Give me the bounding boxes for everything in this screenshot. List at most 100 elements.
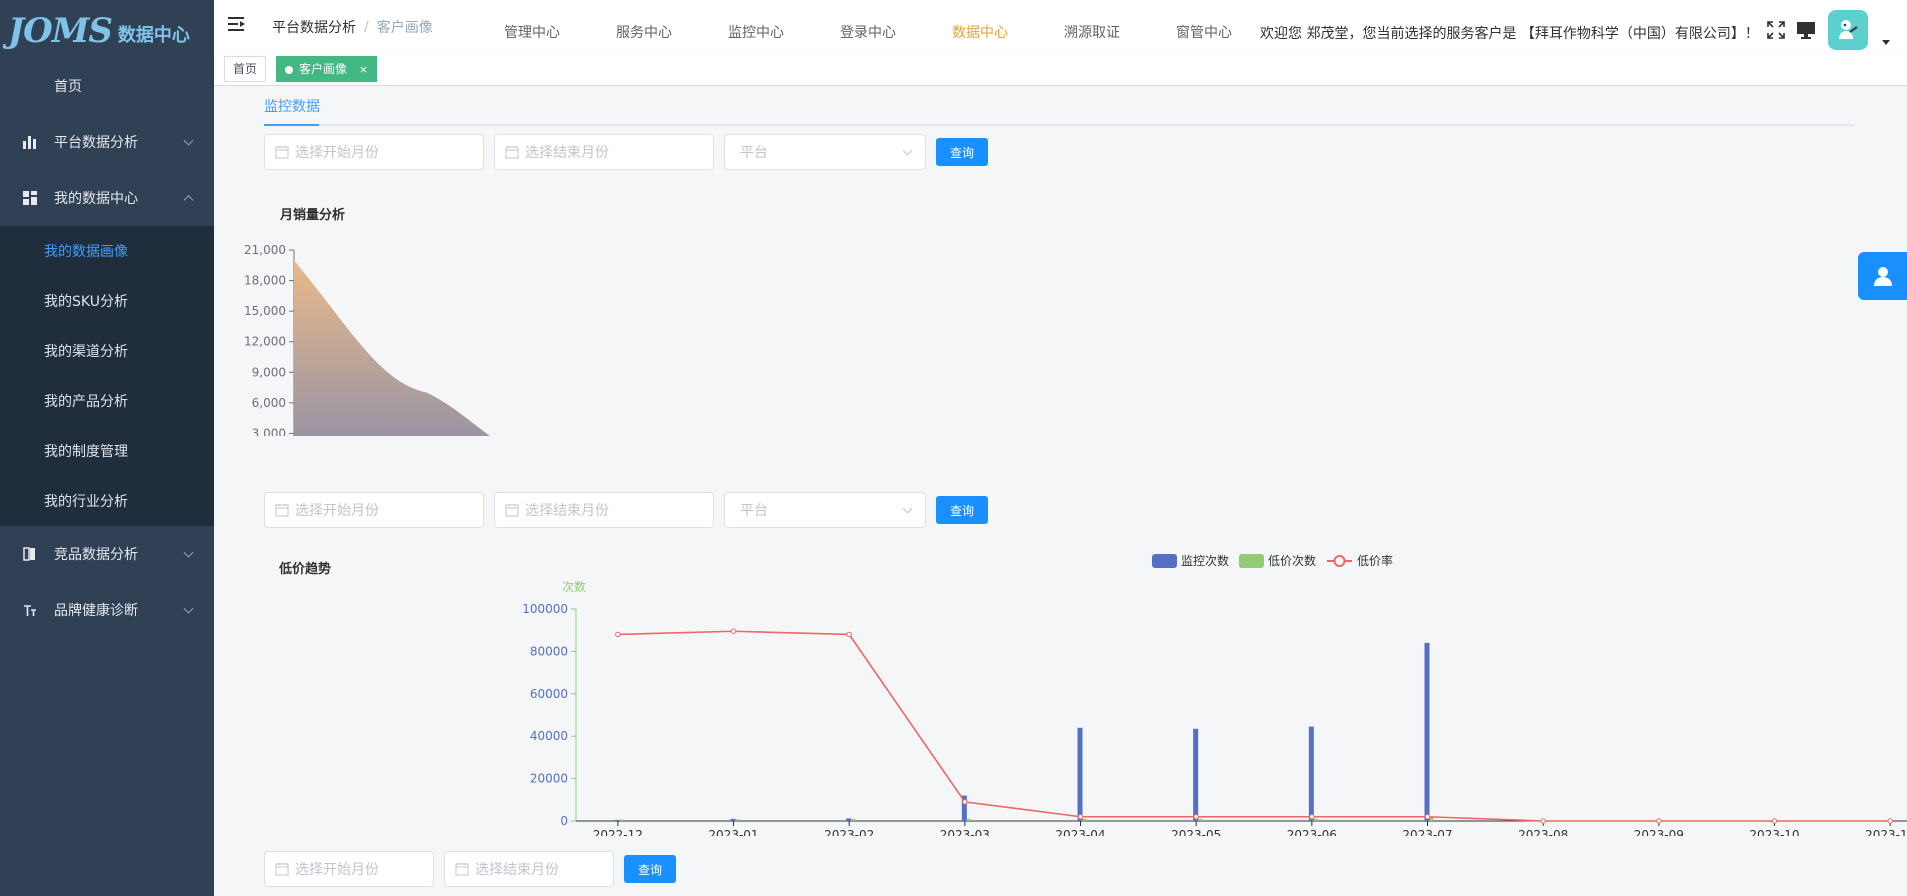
x-tick-label: 2022-12 (593, 828, 643, 836)
bar-low-price-count (851, 818, 856, 821)
sidebar-item-competitor-analysis[interactable]: 竞品数据分析 (0, 526, 214, 582)
low-price-trend-chart: 次数020000400006000080000100000低价率0%20%40%… (522, 553, 1907, 836)
start-month-picker[interactable]: 选择开始月份 (264, 492, 484, 528)
rate-point (1656, 818, 1662, 824)
y-axis-left-label: 次数 (562, 579, 586, 594)
y-tick-label: 12,000 (244, 335, 286, 349)
rate-point (1540, 818, 1546, 824)
tab-monitor-data[interactable]: 监控数据 (264, 96, 320, 126)
topnav-login-center[interactable]: 登录中心 (812, 0, 924, 52)
end-month-picker[interactable]: 选择结束月份 (444, 851, 614, 887)
topnav-management-center[interactable]: 管理中心 (476, 0, 588, 52)
submenu-item-policy-management[interactable]: 我的制度管理 (0, 426, 214, 476)
x-tick-label: 2023-05 (1171, 828, 1221, 836)
y-tick-label: 40000 (530, 729, 568, 743)
app-root: JOMS 数据中心 首页 平台数据分析 我的数据中心 我的数据画像 我的SKU分… (0, 0, 1907, 896)
y-tick-label: 21,000 (244, 243, 286, 257)
legend-label: 监控次数 (1181, 553, 1229, 568)
monthly-sales-chart: 03,0006,0009,00012,00015,00018,00021,000… (244, 243, 491, 436)
end-month-placeholder: 选择结束月份 (525, 145, 609, 161)
bar-monitor-count (846, 818, 852, 821)
monitor-icon[interactable] (1796, 20, 1816, 40)
topnav-data-center[interactable]: 数据中心 (924, 0, 1036, 52)
avatar[interactable] (1828, 10, 1868, 50)
sidebar-menu: 首页 平台数据分析 我的数据中心 我的数据画像 我的SKU分析 我的渠道分析 我… (0, 58, 214, 638)
start-month-placeholder: 选择开始月份 (295, 503, 379, 519)
topnav-service-center[interactable]: 服务中心 (588, 0, 700, 52)
end-month-picker[interactable]: 选择结束月份 (494, 492, 714, 528)
bar-low-price-count (735, 819, 740, 821)
tag-label: 客户画像 (299, 62, 348, 76)
sidebar: JOMS 数据中心 首页 平台数据分析 我的数据中心 我的数据画像 我的SKU分… (0, 0, 214, 896)
query-button[interactable]: 查询 (624, 855, 677, 883)
legend-label: 低价率 (1357, 553, 1393, 568)
query-button[interactable]: 查询 (936, 138, 989, 166)
calendar-icon (275, 146, 289, 159)
logo[interactable]: JOMS 数据中心 (8, 6, 208, 56)
top-nav: 管理中心 服务中心 监控中心 登录中心 数据中心 溯源取证 窗管中心 (476, 0, 1260, 52)
x-tick-label: 2023-06 (1287, 828, 1337, 836)
submenu-item-channel-analysis[interactable]: 我的渠道分析 (0, 326, 214, 376)
bar-monitor-count (1308, 726, 1314, 821)
fullscreen-icon[interactable] (1766, 20, 1786, 40)
calendar-icon (455, 863, 469, 876)
end-month-placeholder: 选择结束月份 (475, 862, 559, 878)
y-tick-label: 9,000 (252, 365, 286, 379)
end-month-picker[interactable]: 选择结束月份 (494, 134, 714, 170)
end-month-placeholder: 选择结束月份 (525, 503, 609, 519)
y-tick-label: 18,000 (244, 274, 286, 288)
x-tick-label: 2023-08 (1518, 828, 1568, 836)
x-tick-label: 2023-09 (1634, 828, 1684, 836)
topnav-monitor-center[interactable]: 监控中心 (700, 0, 812, 52)
close-icon[interactable]: × (359, 63, 368, 76)
sidebar-item-my-data-center[interactable]: 我的数据中心 (0, 170, 214, 226)
tag-home[interactable]: 首页 (224, 56, 267, 82)
caret-down-icon[interactable] (1882, 39, 1890, 45)
platform-placeholder: 平台 (740, 503, 768, 519)
rate-point (1077, 814, 1084, 820)
start-month-picker[interactable]: 选择开始月份 (264, 134, 484, 170)
platform-select[interactable]: 平台 (724, 134, 926, 170)
tag-customer-portrait[interactable]: 客户画像 × (276, 56, 378, 82)
chevron-up-icon (183, 195, 194, 206)
submenu-item-industry-analysis[interactable]: 我的行业分析 (0, 476, 214, 526)
submenu-item-product-analysis[interactable]: 我的产品分析 (0, 376, 214, 426)
query-button[interactable]: 查询 (936, 496, 989, 524)
sidebar-item-home[interactable]: 首页 (0, 58, 214, 114)
breadcrumb-parent[interactable]: 平台数据分析 (272, 17, 356, 37)
active-dot-icon (285, 66, 293, 74)
bar-monitor-count (614, 819, 620, 821)
submenu-item-data-portrait[interactable]: 我的数据画像 (0, 226, 214, 276)
rate-point (1887, 818, 1893, 824)
start-month-picker[interactable]: 选择开始月份 (264, 851, 434, 887)
submenu-item-sku-analysis[interactable]: 我的SKU分析 (0, 276, 214, 326)
sidebar-item-platform-analysis[interactable]: 平台数据分析 (0, 114, 214, 170)
hamburger-icon[interactable] (228, 16, 246, 32)
topnav-window-center[interactable]: 窗管中心 (1148, 0, 1260, 52)
x-tick-label: 2023-10 (1749, 828, 1799, 836)
x-tick-label: 2023-01 (708, 828, 758, 836)
legend-swatch-monitor (1152, 554, 1177, 568)
rate-point (962, 799, 968, 805)
chevron-down-icon (183, 135, 194, 146)
submenu-my-data-center: 我的数据画像 我的SKU分析 我的渠道分析 我的产品分析 我的制度管理 我的行业… (0, 226, 214, 526)
filter-row-2: 选择开始月份 选择结束月份 平台 查询 (264, 492, 989, 528)
breadcrumb: 平台数据分析 / 客户画像 (272, 17, 433, 37)
nav-icons (1766, 10, 1890, 50)
sidebar-item-brand-health[interactable]: 品牌健康诊断 (0, 582, 214, 638)
legend-marker-rate (1333, 555, 1346, 567)
bar-low-price-count (1429, 817, 1434, 821)
bar-monitor-count (1193, 728, 1199, 821)
customer-service-button[interactable] (1858, 252, 1907, 300)
y-tick-label: 3,000 (252, 426, 286, 436)
rate-point (730, 628, 737, 634)
topnav-traceability[interactable]: 溯源取证 (1036, 0, 1148, 52)
platform-select[interactable]: 平台 (724, 492, 926, 528)
start-month-placeholder: 选择开始月份 (295, 862, 379, 878)
legend-label: 低价次数 (1268, 553, 1316, 568)
sidebar-item-label: 竞品数据分析 (54, 547, 138, 563)
y-tick-label: 15,000 (244, 304, 286, 318)
chevron-down-icon (183, 547, 194, 558)
main-content: 监控数据 选择开始月份 选择结束月份 平台 查询 月销量分析 03,0006,0… (214, 86, 1907, 896)
x-tick-label: 2023-07 (1402, 828, 1452, 836)
